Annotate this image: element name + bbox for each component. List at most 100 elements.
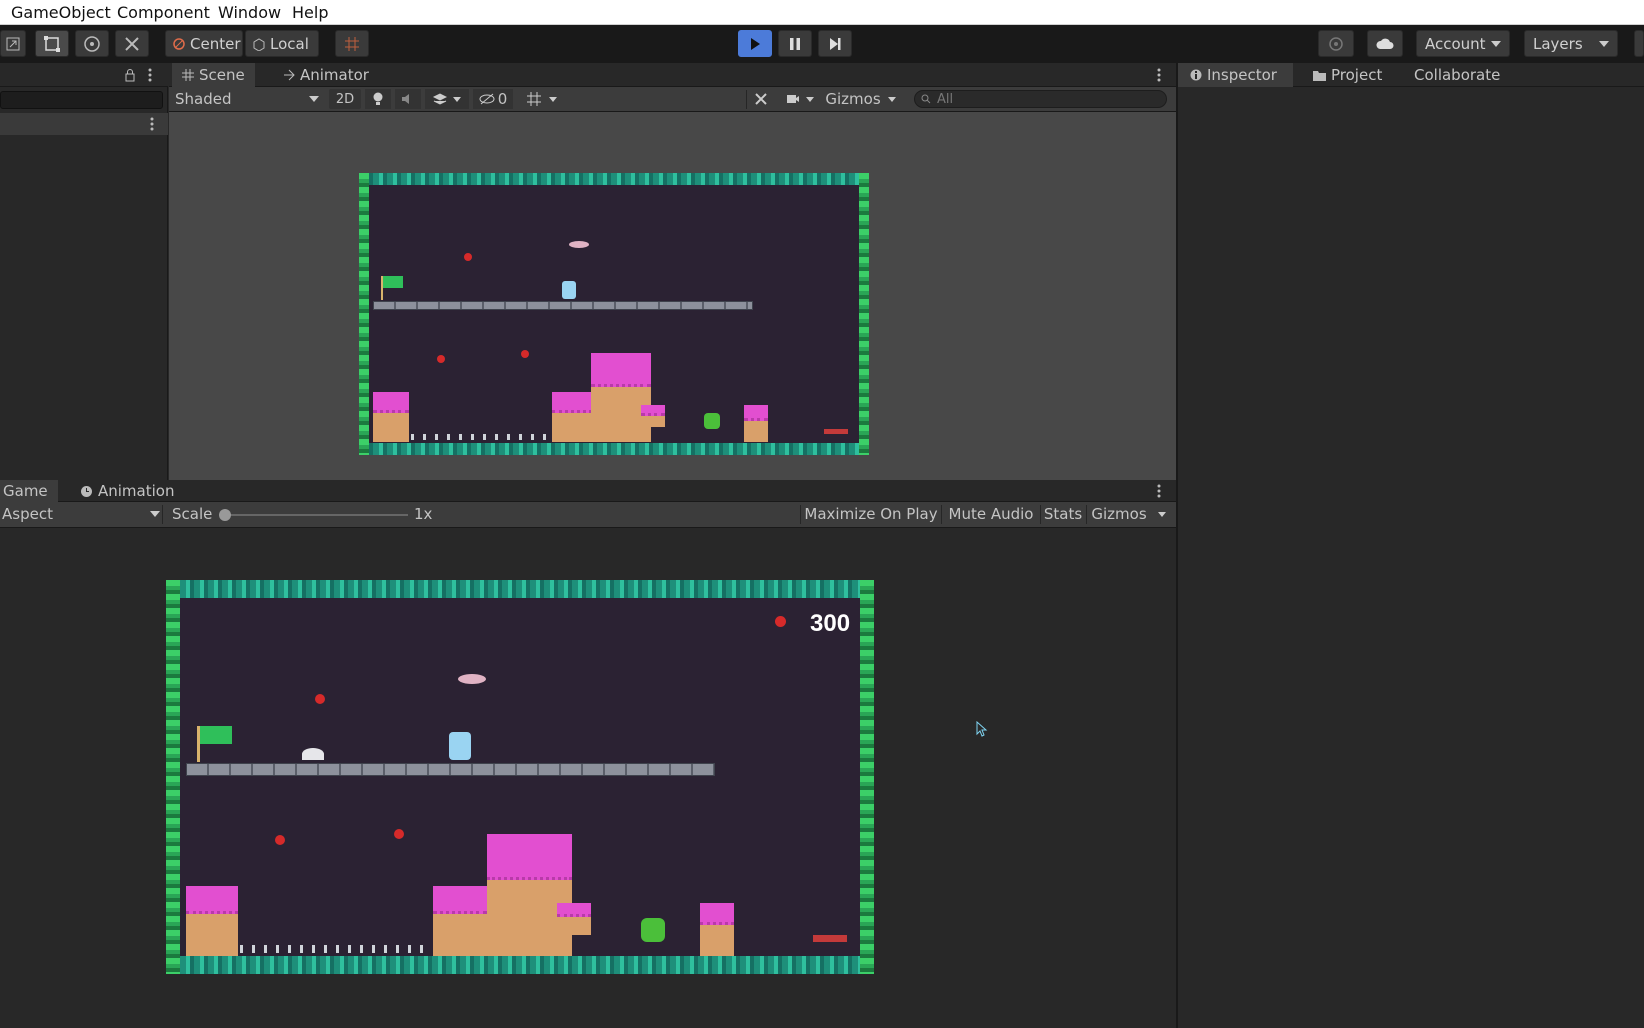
aspect-dropdown[interactable]: Aspect bbox=[2, 504, 160, 524]
tools-toggle[interactable] bbox=[747, 89, 775, 109]
cursor-icon bbox=[976, 721, 988, 737]
rotate-tool-button[interactable] bbox=[75, 30, 109, 57]
lock-icon[interactable] bbox=[124, 68, 136, 82]
account-dropdown[interactable]: Account bbox=[1416, 30, 1510, 57]
chevron-down-icon bbox=[1158, 511, 1166, 517]
maximize-on-play-toggle[interactable]: Maximize On Play bbox=[802, 504, 940, 524]
space-toggle-button[interactable]: Local bbox=[245, 30, 319, 57]
transform-tool-icon bbox=[125, 36, 139, 51]
tab-animator[interactable]: Animator bbox=[277, 63, 375, 87]
layers-dropdown[interactable]: Layers bbox=[1524, 30, 1618, 57]
transform-tool-button[interactable] bbox=[115, 30, 149, 57]
scene-search-placeholder: All bbox=[937, 91, 954, 107]
pivot-icon bbox=[173, 37, 185, 50]
inspector-tabbar: Inspector Project Collaborate bbox=[1178, 63, 1644, 87]
grid-snap-icon bbox=[345, 36, 359, 51]
chevron-down-icon bbox=[1599, 40, 1609, 47]
chevron-down-icon bbox=[453, 96, 461, 102]
inspector-panel: Inspector Project Collaborate bbox=[1176, 63, 1644, 1028]
animator-icon bbox=[284, 69, 295, 81]
scene-gizmos-button[interactable]: Gizmos bbox=[825, 89, 881, 109]
lighting-toggle[interactable] bbox=[365, 89, 391, 109]
menu-help[interactable]: Help bbox=[292, 3, 328, 22]
tab-project-label: Project bbox=[1331, 66, 1383, 84]
frog-enemy bbox=[641, 918, 665, 942]
effects-dropdown[interactable] bbox=[425, 89, 469, 109]
tab-inspector-label: Inspector bbox=[1207, 66, 1277, 84]
step-button[interactable] bbox=[818, 30, 852, 57]
pause-button[interactable] bbox=[778, 30, 812, 57]
kebab-icon[interactable] bbox=[1157, 484, 1161, 498]
game-panel: Game Animation Aspect Scale 1x Maximize … bbox=[0, 480, 1176, 1028]
camera-icon bbox=[787, 95, 799, 103]
scene-root-row[interactable] bbox=[0, 113, 168, 135]
rect-tool-button[interactable] bbox=[35, 30, 69, 57]
tab-scene-label: Scene bbox=[199, 66, 245, 84]
scale-tool-button[interactable] bbox=[0, 30, 26, 57]
folder-icon bbox=[1313, 70, 1326, 81]
kebab-icon[interactable] bbox=[150, 117, 154, 131]
saw-trap bbox=[302, 748, 324, 760]
rotate-tool-icon bbox=[84, 35, 100, 52]
rect-tool-icon bbox=[44, 35, 60, 52]
info-icon bbox=[1190, 69, 1202, 81]
kebab-icon[interactable] bbox=[1157, 68, 1161, 82]
play-button[interactable] bbox=[738, 30, 772, 57]
audio-toggle[interactable] bbox=[395, 89, 421, 109]
scene-search-input[interactable]: All bbox=[914, 90, 1167, 108]
shading-mode-dropdown[interactable]: Shaded bbox=[175, 89, 319, 109]
trampoline bbox=[813, 935, 847, 942]
tab-collaborate[interactable]: Collaborate bbox=[1410, 63, 1504, 87]
cloud-icon bbox=[1376, 38, 1394, 49]
menu-component[interactable]: Component bbox=[117, 3, 210, 22]
space-label: Local bbox=[270, 34, 309, 53]
menu-gameobject[interactable]: GameObject bbox=[11, 3, 111, 22]
tab-scene[interactable]: Scene bbox=[172, 63, 255, 87]
menu-window[interactable]: Window bbox=[218, 3, 281, 22]
game-viewport[interactable]: 300 bbox=[166, 580, 874, 974]
grid-icon bbox=[182, 69, 194, 81]
tools-icon bbox=[755, 93, 767, 105]
grid-dropdown[interactable] bbox=[517, 89, 567, 109]
scale-value: 1x bbox=[414, 505, 433, 523]
cloud-button[interactable] bbox=[1367, 30, 1403, 57]
tab-project[interactable]: Project bbox=[1309, 63, 1386, 87]
stats-toggle[interactable]: Stats bbox=[1042, 504, 1084, 524]
hierarchy-search-input[interactable] bbox=[0, 91, 163, 109]
flag bbox=[383, 276, 403, 288]
play-icon bbox=[751, 37, 760, 50]
scale-slider-track[interactable] bbox=[220, 514, 408, 516]
layout-dropdown[interactable] bbox=[1634, 30, 1644, 57]
light-icon bbox=[373, 92, 383, 105]
tab-game[interactable]: Game bbox=[0, 480, 58, 502]
tab-animation[interactable]: Animation bbox=[76, 480, 178, 502]
camera-dropdown[interactable] bbox=[779, 89, 821, 109]
bat-enemy bbox=[458, 674, 486, 684]
game-gizmos-button[interactable]: Gizmos bbox=[1088, 504, 1150, 524]
score-counter: 300 bbox=[810, 610, 851, 637]
collab-button[interactable] bbox=[1318, 30, 1354, 57]
search-icon bbox=[921, 94, 931, 104]
mode-2d-toggle[interactable]: 2D bbox=[329, 89, 361, 109]
scale-label: Scale bbox=[172, 505, 213, 523]
hidden-objects-toggle[interactable]: 0 bbox=[473, 89, 513, 109]
aspect-label: Aspect bbox=[2, 505, 53, 523]
account-label: Account bbox=[1425, 34, 1486, 53]
game-gizmos-dropdown[interactable] bbox=[1152, 504, 1172, 524]
mode-2d-label: 2D bbox=[335, 91, 355, 107]
chevron-down-icon bbox=[806, 96, 814, 102]
pause-icon bbox=[790, 37, 800, 50]
mute-audio-toggle[interactable]: Mute Audio bbox=[943, 504, 1039, 524]
mute-label: Mute Audio bbox=[948, 505, 1034, 523]
pivot-toggle-button[interactable]: Center bbox=[165, 30, 243, 57]
scene-gizmos-dropdown[interactable] bbox=[883, 89, 901, 109]
scale-slider-handle[interactable] bbox=[219, 509, 231, 521]
tab-animation-label: Animation bbox=[98, 482, 175, 500]
kebab-icon[interactable] bbox=[148, 68, 152, 82]
scene-game-frame[interactable] bbox=[359, 173, 869, 455]
audio-icon bbox=[402, 94, 409, 104]
grid-snap-button[interactable] bbox=[335, 30, 369, 57]
layers-label: Layers bbox=[1533, 34, 1583, 53]
chevron-down-icon bbox=[309, 96, 319, 102]
tab-inspector[interactable]: Inspector bbox=[1178, 63, 1293, 87]
